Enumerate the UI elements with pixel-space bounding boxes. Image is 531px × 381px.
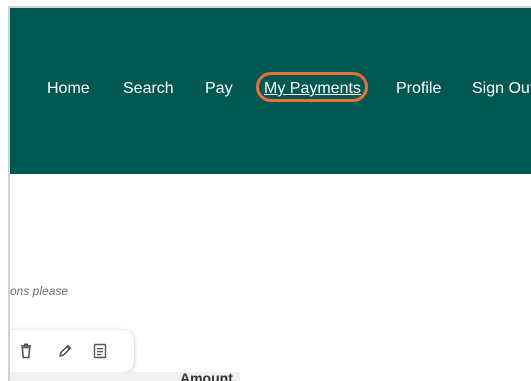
notes-icon[interactable] <box>90 341 110 361</box>
nav-link-home[interactable]: Home <box>47 78 90 100</box>
nav-link-search[interactable]: Search <box>123 78 174 100</box>
instruction-text: ons please <box>10 284 69 298</box>
nav-link-pay[interactable]: Pay <box>205 78 233 100</box>
column-header-amount: Amount <box>180 370 233 381</box>
nav-link-profile[interactable]: Profile <box>396 78 441 100</box>
pencil-icon[interactable] <box>55 341 75 361</box>
nav-link-sign-out[interactable]: Sign Out <box>472 78 531 100</box>
row-action-toolbar <box>10 330 134 372</box>
top-navbar: Home Search Pay My Payments Profile Sign… <box>10 8 531 174</box>
browser-viewport: Home Search Pay My Payments Profile Sign… <box>8 6 531 381</box>
nav-link-my-payments[interactable]: My Payments <box>264 78 361 100</box>
trash-icon[interactable] <box>16 341 36 361</box>
